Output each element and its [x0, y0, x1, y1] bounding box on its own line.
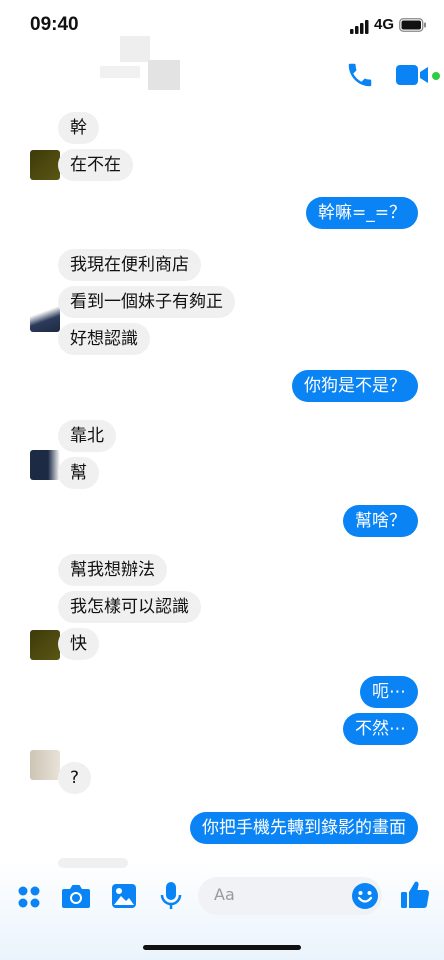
message-received[interactable]: 幫 — [58, 457, 99, 489]
status-bar: 09:40 4G — [0, 0, 444, 50]
signal-icon — [350, 20, 369, 34]
contact-status-blurred — [100, 66, 140, 78]
emoji-icon[interactable] — [351, 882, 379, 910]
contact-avatar-blurred — [120, 36, 150, 62]
message-sent[interactable]: 呃⋯ — [360, 676, 418, 708]
avatar — [30, 450, 60, 480]
avatar — [30, 630, 60, 660]
image-icon[interactable] — [111, 883, 137, 909]
message-sent[interactable]: 幹嘛=_=？ — [306, 197, 418, 229]
message-received[interactable]: 看到一個妹子有夠正 — [58, 286, 235, 318]
avatar — [30, 302, 60, 332]
menu-dots-icon[interactable] — [16, 884, 42, 910]
message-received[interactable]: 好想認識 — [58, 323, 150, 355]
contact-name-blurred — [148, 60, 180, 90]
message-received[interactable]: 我現在便利商店 — [58, 249, 201, 281]
home-indicator[interactable] — [143, 945, 301, 950]
message-input-placeholder: Aa — [214, 885, 235, 904]
message-sent[interactable]: 你狗是不是？ — [292, 370, 418, 402]
video-camera-icon[interactable] — [396, 64, 430, 86]
message-sent[interactable]: 幫啥？ — [343, 505, 418, 537]
network-type: 4G — [374, 16, 395, 33]
message-received[interactable]: 幫我想辦法 — [58, 554, 167, 586]
message-received[interactable]: 在不在 — [58, 149, 133, 181]
message-received[interactable]: ? — [58, 762, 92, 794]
message-received[interactable]: 我怎樣可以認識 — [58, 591, 201, 623]
message-sent[interactable]: 你把手機先轉到錄影的畫面 — [190, 812, 418, 844]
phone-icon[interactable] — [345, 60, 375, 90]
camera-icon[interactable] — [61, 883, 91, 909]
thumbs-up-icon[interactable] — [400, 880, 430, 910]
battery-icon — [399, 18, 426, 32]
microphone-icon[interactable] — [160, 881, 182, 911]
avatar — [30, 750, 60, 780]
message-received[interactable]: 幹 — [58, 112, 99, 144]
message-sent[interactable]: 不然⋯ — [343, 713, 418, 745]
online-indicator — [432, 72, 440, 80]
message-received[interactable]: 快 — [58, 628, 99, 660]
status-time: 09:40 — [30, 14, 79, 35]
chat-header — [0, 50, 444, 102]
message-received[interactable]: 靠北 — [58, 420, 116, 452]
avatar — [30, 150, 60, 180]
